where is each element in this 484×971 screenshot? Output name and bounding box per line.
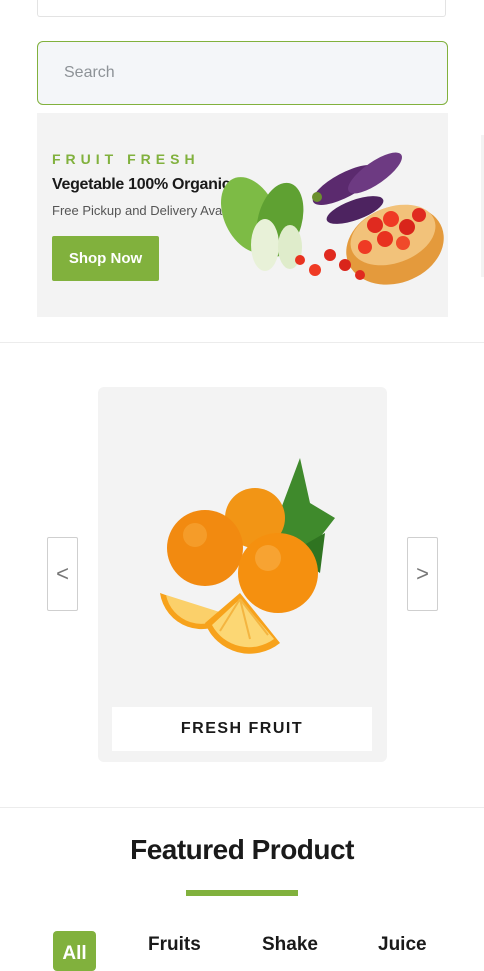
carousel-slide[interactable]: FRESH FRUIT bbox=[98, 387, 387, 762]
shop-now-button[interactable]: Shop Now bbox=[52, 236, 159, 281]
search-input[interactable] bbox=[37, 41, 448, 105]
vegetables-image bbox=[220, 152, 444, 285]
banner-kicker: FRUIT FRESH bbox=[52, 151, 200, 167]
tab-shake[interactable]: Shake bbox=[262, 934, 318, 956]
tab-fruits[interactable]: Fruits bbox=[148, 934, 201, 956]
carousel-next-button[interactable]: > bbox=[407, 537, 438, 611]
oranges-image bbox=[160, 458, 335, 654]
hero-banner: FRUIT FRESH Vegetable 100% Organic Free … bbox=[37, 113, 448, 317]
title-underline bbox=[186, 890, 298, 896]
banner-title: Vegetable 100% Organic bbox=[52, 176, 231, 193]
section-divider bbox=[0, 342, 484, 343]
section-divider bbox=[0, 807, 484, 808]
tab-all[interactable]: All bbox=[53, 931, 96, 971]
carousel-prev-button[interactable]: < bbox=[47, 537, 78, 611]
tab-juice[interactable]: Juice bbox=[378, 934, 427, 956]
slide-caption: FRESH FRUIT bbox=[112, 707, 372, 751]
section-title: Featured Product bbox=[130, 834, 354, 865]
top-input-field[interactable] bbox=[37, 0, 446, 17]
